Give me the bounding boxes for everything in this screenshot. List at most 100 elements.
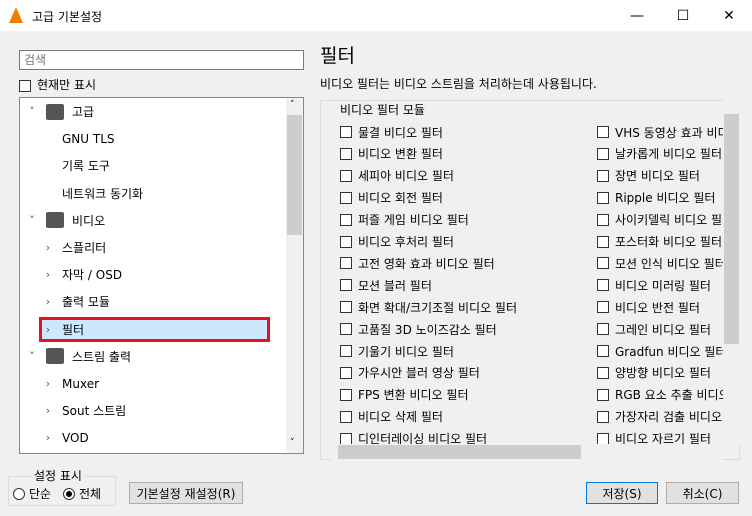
checkbox-box[interactable] bbox=[340, 432, 352, 444]
filter-checkbox[interactable]: 비디오 자르기 필터 bbox=[597, 429, 711, 444]
tree-item[interactable]: › VOD bbox=[20, 424, 288, 451]
checkbox-box[interactable] bbox=[340, 279, 352, 292]
tree-item[interactable]: 네트워크 동기화 bbox=[20, 180, 288, 207]
tree-item[interactable]: › Muxer bbox=[20, 370, 288, 397]
chevron-right-icon[interactable]: › bbox=[42, 323, 54, 336]
checkbox-box[interactable] bbox=[597, 323, 609, 336]
scroll-up-icon[interactable]: ˄ bbox=[290, 100, 295, 110]
filter-checkbox[interactable]: 비디오 미러링 필터 bbox=[597, 275, 711, 295]
tree-scrollbar[interactable]: ˄ ˅ bbox=[286, 98, 303, 453]
checkbox-box[interactable] bbox=[597, 279, 609, 292]
checkbox-box[interactable] bbox=[597, 410, 609, 423]
chevron-right-icon[interactable]: › bbox=[42, 404, 54, 417]
filter-vscrollbar[interactable] bbox=[723, 97, 740, 444]
tree-item[interactable]: ˅ 비디오 bbox=[20, 207, 288, 234]
checkbox-box[interactable] bbox=[340, 126, 352, 138]
filter-checkbox[interactable]: 장면 비디오 필터 bbox=[597, 166, 700, 186]
tree-item[interactable]: 기록 도구 bbox=[20, 152, 288, 179]
filter-checkbox[interactable]: 고전 영화 효과 비디오 필터 bbox=[340, 253, 495, 273]
checkbox-box[interactable] bbox=[597, 126, 609, 138]
tree-item[interactable]: GNU TLS bbox=[20, 125, 288, 152]
checkbox-box[interactable] bbox=[597, 432, 609, 444]
checkbox-box[interactable] bbox=[597, 388, 609, 401]
scroll-thumb[interactable] bbox=[287, 115, 302, 235]
filter-checkbox[interactable]: 비디오 삭제 필터 bbox=[340, 407, 443, 427]
tree-item[interactable]: › 자막 / OSD bbox=[20, 261, 288, 288]
cancel-button[interactable]: 취소(C) bbox=[666, 482, 739, 504]
filter-checkbox[interactable]: 모션 블러 필터 bbox=[340, 275, 432, 295]
scroll-thumb[interactable] bbox=[724, 114, 739, 344]
chevron-down-icon[interactable]: ˅ bbox=[26, 105, 38, 118]
chevron-right-icon[interactable]: › bbox=[42, 377, 54, 390]
only-current-checkbox[interactable]: 현재만 표시 bbox=[19, 76, 96, 93]
tree-item[interactable]: › 스플리터 bbox=[20, 234, 288, 261]
maximize-button[interactable]: ☐ bbox=[660, 0, 706, 31]
filter-checkbox[interactable]: 비디오 후처리 필터 bbox=[340, 232, 454, 252]
filter-checkbox[interactable]: 기울기 비디오 필터 bbox=[340, 341, 454, 361]
checkbox-box[interactable] bbox=[597, 169, 609, 182]
chevron-right-icon[interactable]: › bbox=[42, 431, 54, 444]
checkbox-box[interactable] bbox=[340, 147, 352, 160]
checkbox-box[interactable] bbox=[597, 345, 609, 357]
chevron-down-icon[interactable]: ˅ bbox=[26, 350, 38, 363]
filter-checkbox[interactable]: 비디오 변환 필터 bbox=[340, 144, 443, 164]
checkbox-box[interactable] bbox=[597, 213, 609, 226]
chevron-down-icon[interactable]: ˅ bbox=[26, 214, 38, 227]
filter-checkbox[interactable]: 고품질 3D 노이즈감소 필터 bbox=[340, 319, 497, 339]
checkbox-box[interactable] bbox=[597, 235, 609, 248]
filter-checkbox[interactable]: 날카롭게 비디오 필터 bbox=[597, 144, 722, 164]
filter-checkbox[interactable]: VHS 동영상 효과 비디오 필터 bbox=[597, 122, 724, 142]
checkbox-box[interactable] bbox=[340, 235, 352, 248]
filter-checkbox[interactable]: Gradfun 비디오 필터 bbox=[597, 341, 724, 361]
filter-checkbox[interactable]: FPS 변환 비디오 필터 bbox=[340, 385, 468, 405]
filter-checkbox[interactable]: 모션 인식 비디오 필터 bbox=[597, 253, 724, 273]
scroll-thumb[interactable] bbox=[338, 445, 581, 459]
close-button[interactable]: ✕ bbox=[706, 0, 752, 31]
checkbox-box[interactable] bbox=[340, 257, 352, 270]
checkbox-box[interactable] bbox=[340, 410, 352, 423]
filter-checkbox[interactable]: 물결 비디오 필터 bbox=[340, 122, 443, 142]
checkbox-box[interactable] bbox=[340, 366, 352, 379]
reset-preferences-button[interactable]: 기본설정 재설정(R) bbox=[129, 482, 243, 504]
filter-checkbox[interactable]: 그레인 비디오 필터 bbox=[597, 319, 711, 339]
filter-checkbox[interactable]: 디인터레이싱 비디오 필터 bbox=[340, 429, 487, 444]
checkbox-box[interactable] bbox=[597, 191, 609, 204]
filter-checkbox[interactable]: 양방향 비디오 필터 bbox=[597, 363, 711, 383]
checkbox-box[interactable] bbox=[19, 79, 31, 92]
checkbox-box[interactable] bbox=[597, 366, 609, 379]
tree-item[interactable]: ˅ 스트림 출력 bbox=[20, 343, 288, 370]
radio-simple[interactable]: 단순 bbox=[13, 485, 51, 502]
filter-checkbox[interactable]: 세피아 비디오 필터 bbox=[340, 166, 454, 186]
tree-item[interactable]: › 출력 모듈 bbox=[20, 288, 288, 315]
checkbox-box[interactable] bbox=[340, 191, 352, 204]
checkbox-box[interactable] bbox=[340, 388, 352, 401]
filter-checkbox[interactable]: 퍼즐 게임 비디오 필터 bbox=[340, 210, 469, 230]
filter-checkbox[interactable]: RGB 요소 추출 비디오 필터 bbox=[597, 385, 724, 405]
tree-item[interactable]: › 필터 bbox=[20, 316, 288, 343]
checkbox-box[interactable] bbox=[340, 169, 352, 182]
chevron-right-icon[interactable]: › bbox=[42, 268, 54, 281]
checkbox-box[interactable] bbox=[340, 345, 352, 357]
checkbox-box[interactable] bbox=[597, 257, 609, 270]
minimize-button[interactable]: — bbox=[614, 0, 660, 31]
filter-checkbox[interactable]: 사이키델릭 비디오 필터 bbox=[597, 210, 724, 230]
checkbox-box[interactable] bbox=[597, 301, 609, 314]
checkbox-box[interactable] bbox=[597, 147, 609, 160]
chevron-right-icon[interactable]: › bbox=[42, 295, 54, 308]
chevron-right-icon[interactable]: › bbox=[42, 241, 54, 254]
tree-item[interactable]: ˅ 고급 bbox=[20, 98, 288, 125]
scroll-down-icon[interactable]: ˅ bbox=[290, 438, 295, 448]
filter-checkbox[interactable]: 가장자리 검출 비디오 필터 bbox=[597, 407, 724, 427]
radio-all[interactable]: 전체 bbox=[63, 485, 101, 502]
filter-checkbox[interactable]: 화면 확대/크기조절 비디오 필터 bbox=[340, 297, 517, 317]
category-tree[interactable]: ˅ 고급 GNU TLS 기록 도구 네트워크 동기화 ˅ 비디오 › 스플리터 › 자막 / OS… bbox=[19, 97, 304, 454]
filter-checkbox[interactable]: 비디오 반전 필터 bbox=[597, 297, 700, 317]
checkbox-box[interactable] bbox=[340, 301, 352, 314]
tree-item[interactable]: › Sout 스트림 bbox=[20, 397, 288, 424]
search-input[interactable] bbox=[19, 50, 304, 70]
checkbox-box[interactable] bbox=[340, 323, 352, 336]
filter-checkbox[interactable]: 비디오 회전 필터 bbox=[340, 188, 443, 208]
filter-checkbox[interactable]: 포스터화 비디오 필터 bbox=[597, 232, 722, 252]
save-button[interactable]: 저장(S) bbox=[586, 482, 658, 504]
filter-hscrollbar[interactable] bbox=[331, 444, 723, 460]
